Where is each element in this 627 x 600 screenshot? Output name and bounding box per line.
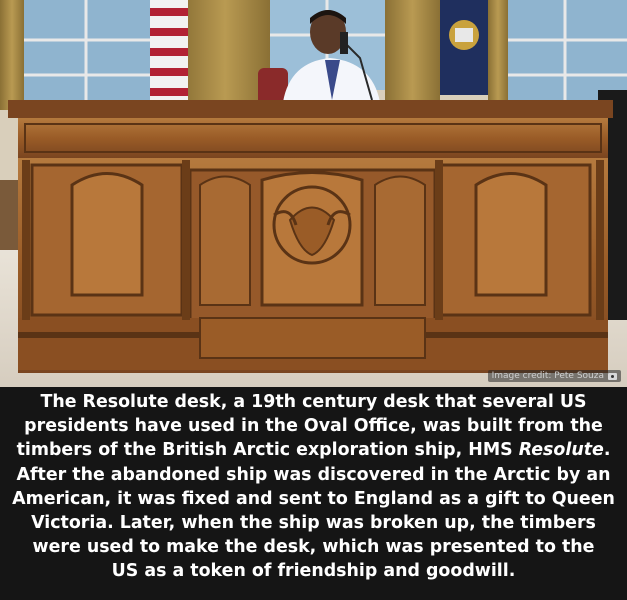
caption-line-1: The Resolute desk, a 19th century desk t… bbox=[40, 392, 587, 412]
ship-name: Resolute bbox=[518, 440, 604, 461]
us-flag bbox=[150, 0, 188, 105]
caption-line-7: were used to make the desk, which was pr… bbox=[32, 537, 595, 558]
caption-line-8: US as a token of friendship and goodwill… bbox=[111, 561, 516, 582]
oval-office-photo bbox=[0, 0, 627, 387]
camera-icon bbox=[608, 372, 617, 380]
caption-line-5: American, it was fixed and sent to Engla… bbox=[12, 488, 615, 509]
caption-line-6: Victoria. Later, when the ship was broke… bbox=[31, 513, 596, 534]
resolute-desk bbox=[8, 100, 613, 373]
caption-line-4: After the abandoned ship was discovered … bbox=[16, 464, 611, 485]
caption-line-3-start: timbers of the British Arctic exploratio… bbox=[16, 440, 519, 461]
caption: The Resolute desk, a 19th century desk t… bbox=[0, 390, 627, 600]
caption-line-3-end: . bbox=[603, 440, 611, 461]
caption-text: The Resolute desk, a 19th century desk t… bbox=[12, 390, 615, 584]
image-credit: Image credit: Pete Souza bbox=[487, 370, 621, 382]
presidential-flag bbox=[440, 0, 488, 95]
caption-line-2: presidents have used in the Oval Office,… bbox=[24, 416, 603, 437]
image-credit-text: Image credit: Pete Souza bbox=[491, 371, 604, 381]
photo bbox=[0, 0, 627, 387]
